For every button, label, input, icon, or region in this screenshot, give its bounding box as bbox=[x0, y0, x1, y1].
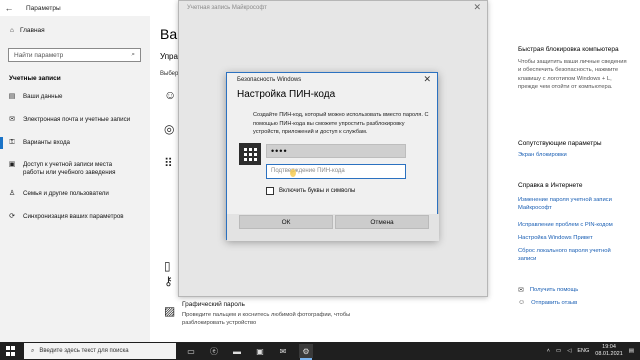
sidebar-item-your-info[interactable]: ▤ Ваши данные bbox=[0, 93, 63, 101]
picture-password-icon[interactable]: ▨ bbox=[164, 304, 175, 318]
dynamic-lock-title: Быстрая блокировка компьютера bbox=[518, 46, 619, 53]
feedback-link[interactable]: ☺ Отправить отзыв bbox=[518, 299, 577, 306]
search-icon: ⌕ bbox=[31, 347, 35, 354]
face-icon[interactable]: ☺ bbox=[164, 88, 176, 102]
security-key-icon[interactable]: ▯ bbox=[164, 259, 171, 273]
dynamic-lock-text: Чтобы защитить ваши личные сведения и об… bbox=[518, 59, 627, 90]
clock-date: 08.01.2021 bbox=[595, 351, 623, 357]
home-label: Главная bbox=[19, 27, 45, 34]
sidebar-item-sign-in-options[interactable]: ⚿ Варианты входа bbox=[0, 137, 70, 149]
microsoft-account-title: Учетная запись Майкрософт bbox=[187, 5, 267, 11]
search-placeholder: Найти параметр bbox=[14, 51, 64, 59]
picture-password-desc: Проведите пальцем и коснитесь любимой фо… bbox=[182, 312, 351, 326]
store-icon[interactable]: ▣ bbox=[253, 344, 267, 358]
section-subtext: Выбер bbox=[160, 71, 179, 77]
family-icon: ♙ bbox=[8, 190, 16, 197]
pin-setup-dialog: Безопасность Windows ✕ Настройка ПИН-код… bbox=[226, 72, 439, 241]
settings-gear-icon[interactable]: ⚙ bbox=[299, 344, 313, 360]
sync-icon: ⟳ bbox=[9, 213, 15, 220]
related-settings-title: Сопутствующие параметры bbox=[518, 140, 602, 147]
home-icon: ⌂ bbox=[10, 27, 14, 34]
lock-screen-link[interactable]: Экран блокировки bbox=[518, 151, 630, 159]
sidebar-item-label: Семья и другие пользователи bbox=[23, 190, 109, 197]
taskbar: ⌕ Введите здесь текст для поиска ▭ ⓔ ▬ ▣… bbox=[0, 342, 640, 360]
briefcase-icon: ▣ bbox=[8, 161, 16, 168]
help-link-reset-password[interactable]: Сброс локального пароля учетной записи bbox=[518, 247, 630, 264]
sidebar-item-email[interactable]: ✉ Электронная почта и учетные записи bbox=[0, 116, 130, 124]
search-icon: ⌕ bbox=[131, 51, 135, 58]
window-title: Параметры bbox=[26, 4, 61, 12]
home-nav[interactable]: ⌂ Главная bbox=[10, 27, 45, 34]
password-key-icon[interactable]: ⚷ bbox=[164, 274, 173, 288]
help-link-change-password[interactable]: Изменение пароля учетной записи Майкросо… bbox=[518, 196, 630, 213]
notifications-icon[interactable]: ▤ bbox=[629, 348, 634, 354]
help-title: Справка в Интернете bbox=[518, 182, 583, 189]
settings-search-input[interactable]: Найти параметр ⌕ bbox=[8, 48, 141, 62]
checkbox-box[interactable] bbox=[266, 187, 274, 195]
sidebar-item-work-access[interactable]: ▣ Доступ к учетной записи места работы и… bbox=[0, 161, 146, 177]
task-view-icon[interactable]: ▭ bbox=[184, 344, 198, 358]
help-link-pin-issues[interactable]: Исправление проблем с PIN-кодом bbox=[518, 221, 630, 229]
file-explorer-icon[interactable]: ▬ bbox=[230, 344, 244, 358]
mail-icon[interactable]: ✉ bbox=[276, 344, 290, 358]
feedback-icon: ☺ bbox=[518, 299, 526, 306]
chevron-up-icon[interactable]: ˄ bbox=[547, 348, 550, 354]
sidebar-item-label: Синхронизация ваших параметров bbox=[23, 213, 124, 220]
help-chat-icon: ✉ bbox=[518, 287, 524, 294]
dialog-window-title: Безопасность Windows bbox=[237, 77, 302, 83]
picture-password-title: Графический пароль bbox=[182, 301, 245, 308]
pin-keypad-icon bbox=[239, 143, 261, 165]
sidebar-item-label: Ваши данные bbox=[23, 93, 63, 100]
language-indicator[interactable]: ENG bbox=[577, 348, 589, 354]
person-card-icon: ▤ bbox=[8, 93, 16, 100]
key-icon: ⚿ bbox=[9, 139, 15, 146]
settings-sidebar: ⌂ Главная Найти параметр ⌕ Учетные запис… bbox=[0, 16, 150, 342]
right-panel: Быстрая блокировка компьютера Чтобы защи… bbox=[508, 16, 640, 342]
confirm-pin-input[interactable]: Подтверждение ПИН-кода bbox=[266, 164, 406, 179]
clock[interactable]: 19:04 08.01.2021 bbox=[595, 344, 623, 358]
sidebar-item-sync[interactable]: ⟳ Синхронизация ваших параметров bbox=[0, 213, 124, 221]
dialog-heading: Настройка ПИН-кода bbox=[237, 89, 336, 100]
network-icon[interactable]: ▭ bbox=[556, 348, 561, 354]
close-icon[interactable]: ✕ bbox=[423, 74, 431, 85]
volume-icon[interactable]: ◁ bbox=[567, 348, 571, 354]
envelope-icon: ✉ bbox=[9, 116, 15, 123]
fingerprint-icon[interactable]: ◎ bbox=[164, 122, 174, 136]
picture-password-option[interactable]: Графический пароль Проведите пальцем и к… bbox=[182, 301, 362, 327]
taskbar-search-input[interactable]: ⌕ Введите здесь текст для поиска bbox=[24, 343, 176, 359]
feedback-label: Отправить отзыв bbox=[531, 299, 578, 306]
section-title: Учетные записи bbox=[9, 75, 61, 82]
sidebar-item-label: Доступ к учетной записи места работы или… bbox=[23, 161, 116, 176]
mouse-cursor-highlight bbox=[290, 169, 296, 177]
taskbar-apps: ▭ ⓔ ▬ ▣ ✉ ⚙ bbox=[184, 342, 313, 360]
get-help-link[interactable]: ✉ Получить помощь bbox=[518, 286, 578, 294]
sidebar-item-family[interactable]: ♙ Семья и другие пользователи bbox=[0, 190, 109, 198]
checkbox-label: Включить буквы и символы bbox=[279, 188, 356, 194]
help-link-windows-hello[interactable]: Настройка Windows Привет bbox=[518, 234, 630, 242]
get-help-label: Получить помощь bbox=[529, 287, 579, 293]
cancel-button[interactable]: Отмена bbox=[335, 215, 429, 229]
edge-browser-icon[interactable]: ⓔ bbox=[207, 344, 221, 358]
pin-keypad-icon[interactable]: ⠿ bbox=[164, 156, 173, 170]
windows-start-icon[interactable] bbox=[6, 346, 16, 356]
close-icon[interactable]: ✕ bbox=[473, 2, 481, 13]
dialog-description: Создайте ПИН-код, который можно использо… bbox=[253, 112, 429, 135]
system-tray: ˄ ▭ ◁ ENG 19:04 08.01.2021 ▤ bbox=[547, 342, 634, 360]
ok-button[interactable]: ОК bbox=[239, 215, 333, 229]
back-arrow-icon[interactable]: ← bbox=[0, 3, 18, 13]
taskbar-search-placeholder: Введите здесь текст для поиска bbox=[39, 348, 129, 354]
clock-time: 19:04 bbox=[602, 344, 616, 350]
letters-symbols-checkbox[interactable]: Включить буквы и символы bbox=[266, 187, 355, 195]
sidebar-item-label: Электронная почта и учетные записи bbox=[23, 116, 131, 123]
section-heading: Упра bbox=[160, 52, 178, 61]
new-pin-input[interactable]: •••• bbox=[266, 144, 406, 158]
sidebar-item-label: Варианты входа bbox=[23, 139, 70, 146]
